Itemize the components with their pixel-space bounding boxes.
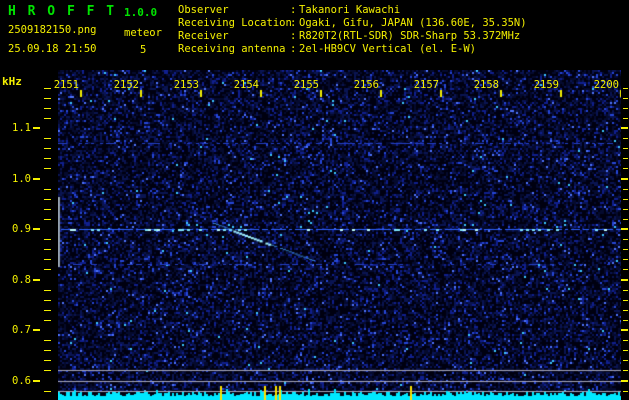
spectrogram-panel: kHz 2151 2152 2153 2154 2155 2156 2157 2158 2159… bbox=[0, 0, 629, 400]
y-axis-minor-tick-left bbox=[44, 88, 51, 89]
y-axis-major-tick-right bbox=[621, 279, 628, 281]
x-axis-label: 2200 bbox=[593, 79, 619, 91]
y-axis-minor-tick-right bbox=[623, 350, 628, 351]
y-axis-minor-tick-left bbox=[44, 108, 51, 109]
y-axis-minor-tick-right bbox=[623, 148, 628, 149]
y-axis-minor-tick-right bbox=[623, 310, 628, 311]
x-axis-label: 2157 bbox=[413, 79, 439, 91]
y-axis-minor-tick-left bbox=[44, 148, 51, 149]
hrofft-window: { "header": { "app_title": "H R O F F T"… bbox=[0, 0, 629, 400]
y-axis-minor-tick-right bbox=[623, 88, 628, 89]
y-axis-minor-tick-left bbox=[44, 168, 51, 169]
y-axis-minor-tick-left bbox=[44, 209, 51, 210]
y-axis-minor-tick-right bbox=[623, 118, 628, 119]
y-axis-minor-tick-left bbox=[44, 320, 51, 321]
y-axis-label: 0.6 bbox=[12, 375, 31, 387]
y-axis-minor-tick-right bbox=[623, 269, 628, 270]
y-axis-minor-tick-left bbox=[44, 249, 51, 250]
x-axis-label: 2154 bbox=[233, 79, 259, 91]
x-axis-label: 2151 bbox=[53, 79, 79, 91]
y-axis-minor-tick-right bbox=[623, 108, 628, 109]
y-axis-minor-tick-left bbox=[44, 269, 51, 270]
y-axis-minor-tick-left bbox=[44, 290, 51, 291]
y-axis-label: 0.9 bbox=[12, 223, 31, 235]
y-axis-minor-tick-right bbox=[623, 239, 628, 240]
y-axis-minor-tick-left bbox=[44, 310, 51, 311]
x-axis-label: 2153 bbox=[173, 79, 199, 91]
y-axis-minor-tick-right bbox=[623, 138, 628, 139]
x-axis-label: 2158 bbox=[473, 79, 499, 91]
x-axis-label: 2156 bbox=[353, 79, 379, 91]
y-axis-minor-tick-right bbox=[623, 391, 628, 392]
y-axis-minor-tick-right bbox=[623, 168, 628, 169]
x-axis-label: 2159 bbox=[533, 79, 559, 91]
y-axis-minor-tick-left bbox=[44, 300, 51, 301]
y-axis-major-tick-left bbox=[33, 127, 40, 129]
y-axis-label: 0.7 bbox=[12, 324, 31, 336]
y-axis-minor-tick-right bbox=[623, 98, 628, 99]
y-axis-minor-tick-left bbox=[44, 158, 51, 159]
y-axis-minor-tick-left bbox=[44, 350, 51, 351]
y-axis-minor-tick-right bbox=[623, 290, 628, 291]
y-axis-major-tick-right bbox=[621, 228, 628, 230]
y-axis-major-tick-left bbox=[33, 380, 40, 382]
y-axis-minor-tick-left bbox=[44, 118, 51, 119]
y-axis-unit-label: kHz bbox=[2, 75, 22, 88]
y-axis-major-tick-left bbox=[33, 228, 40, 230]
y-axis-minor-tick-right bbox=[623, 199, 628, 200]
y-axis-minor-tick-right bbox=[623, 340, 628, 341]
y-axis-minor-tick-right bbox=[623, 370, 628, 371]
y-axis-minor-tick-right bbox=[623, 209, 628, 210]
y-axis-minor-tick-left bbox=[44, 138, 51, 139]
y-axis-minor-tick-left bbox=[44, 239, 51, 240]
y-axis-label: 1.1 bbox=[12, 122, 31, 134]
y-axis-major-tick-right bbox=[621, 127, 628, 129]
y-axis-minor-tick-right bbox=[623, 300, 628, 301]
x-axis-label: 2155 bbox=[293, 79, 319, 91]
y-axis-minor-tick-right bbox=[623, 320, 628, 321]
y-axis-minor-tick-right bbox=[623, 189, 628, 190]
y-axis-minor-tick-left bbox=[44, 259, 51, 260]
y-axis-minor-tick-right bbox=[623, 259, 628, 260]
y-axis-minor-tick-left bbox=[44, 370, 51, 371]
x-axis-label: 2152 bbox=[113, 79, 139, 91]
y-axis-minor-tick-left bbox=[44, 340, 51, 341]
spectrogram-canvas bbox=[58, 70, 621, 400]
y-axis-minor-tick-right bbox=[623, 249, 628, 250]
y-axis-major-tick-left bbox=[33, 178, 40, 180]
y-axis-minor-tick-left bbox=[44, 219, 51, 220]
y-axis-major-tick-left bbox=[33, 279, 40, 281]
y-axis-label: 0.8 bbox=[12, 274, 31, 286]
y-axis-minor-tick-right bbox=[623, 360, 628, 361]
y-axis-minor-tick-left bbox=[44, 189, 51, 190]
y-axis-label: 1.0 bbox=[12, 173, 31, 185]
y-axis-minor-tick-left bbox=[44, 199, 51, 200]
y-axis-major-tick-right bbox=[621, 329, 628, 331]
y-axis-major-tick-right bbox=[621, 178, 628, 180]
y-axis-minor-tick-right bbox=[623, 158, 628, 159]
y-axis-minor-tick-right bbox=[623, 219, 628, 220]
y-axis-major-tick-right bbox=[621, 380, 628, 382]
y-axis-minor-tick-left bbox=[44, 391, 51, 392]
y-axis-minor-tick-left bbox=[44, 98, 51, 99]
y-axis-major-tick-left bbox=[33, 329, 40, 331]
y-axis-minor-tick-left bbox=[44, 360, 51, 361]
